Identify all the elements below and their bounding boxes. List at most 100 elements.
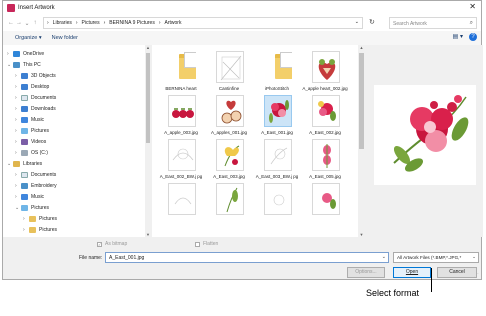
scroll-up-icon[interactable]: ▲ [145,45,151,50]
artwork-thumbnail [172,108,194,118]
file-item[interactable] [254,183,300,225]
music-icon [21,117,28,123]
file-name-label: A_East_002_BW.j pg [159,174,203,179]
nav-item[interactable]: › Music [15,115,44,125]
nav-item[interactable]: › 3D Objects [15,71,56,81]
pc-icon [21,183,28,189]
file-item[interactable]: A_apples_001.jpg [206,95,252,137]
back-button[interactable]: ← [7,20,15,26]
breadcrumb-artwork[interactable]: Artwork [165,20,182,26]
artwork-thumbnail [224,145,240,167]
chevron-down-icon[interactable]: ⌄ [382,254,386,260]
file-item[interactable]: A_East_003.jpg [206,139,252,181]
forward-button[interactable]: → [15,20,23,26]
nav-item[interactable]: › Music [15,192,44,202]
flatten-checkbox[interactable]: Flatten [195,241,218,247]
file-name-label: Cantinfine [218,86,240,91]
artwork-thumbnail [318,101,336,121]
nav-item[interactable]: › Embroidery [15,181,57,191]
title-bar: Insert Artwork ✕ [3,1,481,15]
up-button[interactable]: ↑ [31,20,39,26]
file-thumbnail [264,183,292,215]
scroll-up-icon[interactable]: ▲ [358,45,365,50]
as-bitmap-checkbox[interactable]: ✓ As bitmap [97,241,127,247]
nav-item[interactable]: › OneDrive [7,49,44,59]
options-button[interactable]: Options... [347,267,385,278]
search-icon: ⌕ [469,20,473,26]
resize-grip-icon[interactable]: ⋰ [474,273,479,279]
file-item[interactable]: A_East_001.jpg [254,95,300,137]
nav-item[interactable]: › Documents [15,170,56,180]
nav-item[interactable]: ⌄ Pictures [15,203,49,213]
nav-item-label: Pictures [31,128,50,134]
breadcrumb-pictures[interactable]: Pictures [82,20,100,26]
file-name-label: A_East_005.jpg [309,174,341,179]
navigation-pane: › OneDrive ⌄ This PC › 3D Objects › Desktop › Doc… [3,45,151,237]
file-item[interactable]: Cantinfine [206,51,252,93]
file-type-value: All Artwork Files (*.BMP,*.JPG,* [397,255,462,260]
file-item[interactable]: A_apple heart_002.jpg [302,51,348,93]
nav-item-label: Documents [31,95,57,101]
search-input[interactable]: Search Artwork ⌕ [389,17,477,29]
file-item[interactable]: A_East_003_BW.j pg [254,139,300,181]
nav-item[interactable]: › Downloads [15,104,56,114]
folder-icon [168,51,196,83]
open-button[interactable]: Open [393,267,431,278]
new-folder-button[interactable]: New folder [52,35,78,41]
file-thumbnail [216,51,244,83]
scrollbar-thumb[interactable] [359,53,364,149]
file-name-input[interactable]: A_East_001.jpg ⌄ [105,252,389,263]
chevron-down-icon[interactable]: ⌄ [472,254,476,260]
file-thumbnail [216,183,244,215]
cloud-icon [13,51,20,57]
file-item[interactable]: A_East_005.jpg [302,139,348,181]
stage: Insert Artwork ✕ ← → ⌄ ↑ › Libraries › P… [0,0,486,316]
nav-item[interactable]: › Pictures [23,225,57,235]
navigation-scrollbar[interactable]: ▲ ▼ [145,45,151,237]
nav-item[interactable]: › Desktop [15,82,49,92]
help-icon[interactable]: ? [469,33,477,41]
pc-icon [13,62,20,68]
nav-item-label: Pictures [39,227,58,233]
nav-item[interactable]: › Videos [15,137,46,147]
file-list-scrollbar[interactable]: ▲ ▼ [358,45,365,237]
annotation-leader-line [431,268,432,292]
view-options-button[interactable]: ▤ ▾ [453,33,463,41]
artwork-thumbnail [269,100,289,123]
scrollbar-thumb[interactable] [146,53,150,143]
breadcrumb-libraries[interactable]: Libraries [53,20,72,26]
address-dropdown-icon[interactable]: ⌄ [355,19,359,25]
address-row: ← → ⌄ ↑ › Libraries › Pictures › BERNINA… [3,15,481,31]
folder-item[interactable]: BERNINA heart [158,51,204,93]
blue-icon [21,73,28,79]
nav-item[interactable]: › Pictures [15,126,49,136]
nav-item[interactable]: › Documents [15,93,56,103]
breadcrumb-sep: › [47,20,49,26]
file-item[interactable] [158,183,204,225]
file-item[interactable]: A_apple_003.jpg [158,95,204,137]
file-type-select[interactable]: All Artwork Files (*.BMP,*.JPG,* ⌄ [393,252,479,263]
file-name-label: File name: [79,255,103,261]
address-bar[interactable]: › Libraries › Pictures › BERNINA 9 Pictu… [43,17,363,29]
file-name-row: File name: A_East_001.jpg ⌄ All Artwork … [3,251,481,265]
cancel-button[interactable]: Cancel [437,267,477,278]
nav-item[interactable]: › Pictures [23,214,57,224]
breadcrumb-bernina-pictures[interactable]: BERNINA 9 Pictures [109,20,155,26]
nav-item[interactable]: ⌄ This PC [7,60,41,70]
recent-locations-button[interactable]: ⌄ [23,20,31,27]
organize-button[interactable]: Organize ▾ [15,35,42,41]
file-thumbnail [312,95,340,127]
close-button[interactable]: ✕ [469,2,476,11]
nav-item[interactable]: › OS (C:) [15,148,48,158]
folder-item[interactable]: iPhotoStitch [254,51,300,93]
file-item[interactable]: A_East_002_BW.j pg [158,139,204,181]
flower-artwork-preview [393,95,469,172]
file-item[interactable] [206,183,252,225]
file-item[interactable] [302,183,348,225]
nav-item-label: Pictures [39,216,58,222]
refresh-icon[interactable]: ↻ [369,18,375,26]
nav-item[interactable]: ⌄ Libraries [7,159,42,169]
nav-item-label: Libraries [23,161,43,167]
file-item[interactable]: A_East_002.jpg [302,95,348,137]
pics-icon [21,205,28,211]
